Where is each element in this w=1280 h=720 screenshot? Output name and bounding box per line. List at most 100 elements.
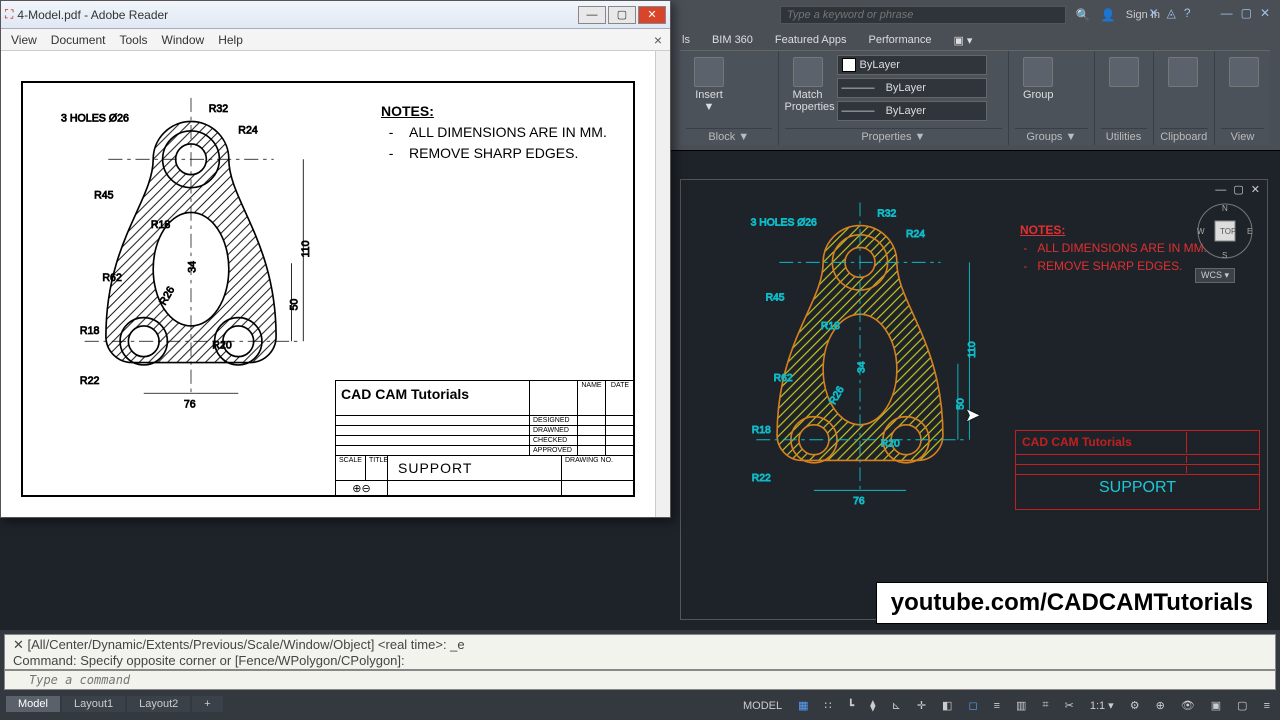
svg-text:76: 76: [184, 398, 196, 410]
svg-text:R45: R45: [766, 292, 785, 303]
menu-help[interactable]: Help: [218, 33, 243, 47]
svg-text:S: S: [1222, 251, 1227, 260]
status-clean-icon[interactable]: ▢: [1233, 697, 1251, 714]
menu-window[interactable]: Window: [162, 33, 205, 47]
linetype-dropdown[interactable]: ——— ByLayer: [837, 101, 987, 121]
autodesk-icon[interactable]: ◬: [1167, 6, 1176, 20]
viewport-controls[interactable]: — ▢ ✕: [1215, 183, 1262, 196]
status-trn-icon[interactable]: ▥: [1012, 697, 1030, 714]
svg-text:R62: R62: [102, 272, 122, 284]
cad-titleblock: CAD CAM Tutorials SUPPORT: [1015, 430, 1260, 510]
help-search-input[interactable]: [780, 6, 1066, 24]
menu-tools[interactable]: Tools: [120, 33, 148, 47]
panel-groups[interactable]: Groups ▼: [1015, 128, 1087, 143]
lineweight-dropdown[interactable]: ——— ByLayer: [837, 78, 987, 98]
reader-menubar: View Document Tools Window Help ×: [1, 29, 670, 51]
edit-block-icon[interactable]: [738, 83, 758, 103]
watermark: youtube.com/CADCAMTutorials: [876, 582, 1268, 624]
layout-tabs: Model Layout1 Layout2 +: [6, 696, 223, 712]
svg-text:TOP: TOP: [1220, 227, 1236, 236]
wcs-dropdown[interactable]: WCS ▾: [1195, 268, 1235, 283]
view-button[interactable]: [1221, 55, 1267, 89]
svg-text:110: 110: [300, 240, 312, 257]
exchange-icon[interactable]: ✕: [1149, 6, 1159, 20]
color-dropdown[interactable]: ByLayer: [837, 55, 987, 75]
svg-text:R18: R18: [752, 425, 771, 436]
status-gear-icon[interactable]: ⚙: [1126, 697, 1144, 714]
status-iso-icon[interactable]: ◧: [938, 697, 956, 714]
panel-block[interactable]: Block ▼: [686, 128, 772, 143]
status-grid-icon[interactable]: ▦: [794, 697, 812, 714]
panel-properties[interactable]: Properties ▼: [785, 128, 1003, 143]
tab-model[interactable]: Model: [6, 696, 60, 712]
reader-maximize-icon[interactable]: ▢: [608, 6, 636, 24]
menu-view[interactable]: View: [11, 33, 37, 47]
reader-doc-close-icon[interactable]: ×: [654, 32, 662, 48]
app-maximize-icon[interactable]: ▢: [1241, 6, 1252, 20]
panel-clipboard[interactable]: Clipboard: [1160, 128, 1208, 143]
panel-view[interactable]: View: [1221, 128, 1264, 143]
panel-utilities[interactable]: Utilities: [1101, 128, 1147, 143]
status-infer-icon[interactable]: ┗: [844, 697, 859, 714]
status-ann-icon[interactable]: 👁: [1177, 697, 1199, 714]
app-minimize-icon[interactable]: —: [1221, 6, 1233, 20]
utilities-button[interactable]: [1101, 55, 1147, 89]
ribbon: Insert▼ Block ▼ Match Properties ByLayer…: [680, 50, 1270, 145]
ungroup-icon[interactable]: [1067, 59, 1087, 79]
clipboard-button[interactable]: [1160, 55, 1206, 89]
group-button[interactable]: Group: [1015, 55, 1061, 101]
tab-add[interactable]: +: [192, 696, 222, 712]
status-scale[interactable]: 1:1 ▾: [1086, 697, 1118, 714]
status-sc-icon[interactable]: ✂: [1061, 697, 1078, 714]
match-properties-button[interactable]: Match Properties: [785, 55, 831, 113]
command-input[interactable]: [4, 670, 1276, 690]
cad-notes: NOTES: - ALL DIMENSIONS ARE IN MM. - REM…: [1020, 221, 1207, 275]
ribbon-tab-ls[interactable]: ls: [680, 30, 692, 51]
app-close-icon[interactable]: ✕: [1260, 6, 1270, 20]
svg-text:R32: R32: [209, 103, 229, 115]
status-snap-icon[interactable]: ∷: [821, 697, 836, 714]
status-max-icon[interactable]: ▣: [1207, 697, 1225, 714]
status-lwt-icon[interactable]: ≡: [990, 698, 1004, 714]
reader-app-icon: ⛶: [5, 7, 13, 22]
status-model[interactable]: MODEL: [739, 698, 786, 714]
help-icon[interactable]: ?: [1184, 6, 1191, 20]
reader-close-icon[interactable]: ✕: [638, 6, 666, 24]
status-ortho-icon[interactable]: ⊾: [888, 697, 905, 714]
edit-attributes-icon[interactable]: [738, 107, 758, 127]
svg-text:R24: R24: [906, 229, 925, 240]
create-block-icon[interactable]: [738, 59, 758, 79]
view-cube[interactable]: TOP N S W E WCS ▾: [1195, 201, 1255, 261]
svg-text:50: 50: [288, 299, 300, 311]
tab-layout1[interactable]: Layout1: [62, 696, 125, 712]
svg-text:R18: R18: [80, 325, 100, 337]
reader-title: 4-Model.pdf - Adobe Reader: [13, 8, 576, 22]
infocenter-icon[interactable]: 🔍: [1076, 8, 1091, 22]
tab-layout2[interactable]: Layout2: [127, 696, 190, 712]
status-osnap-icon[interactable]: ◻: [964, 697, 981, 714]
svg-text:R22: R22: [752, 473, 771, 484]
ribbon-tab-featured[interactable]: Featured Apps: [773, 30, 849, 51]
signin-icon[interactable]: 👤: [1101, 8, 1116, 22]
status-plus-icon[interactable]: ⊕: [1152, 697, 1169, 714]
status-bar: MODEL ▦ ∷ ┗ ⧫ ⊾ ✛ ◧ ◻ ≡ ▥ ⌗ ✂ 1:1 ▾ ⚙ ⊕ …: [739, 697, 1274, 714]
menu-document[interactable]: Document: [51, 33, 106, 47]
status-polar-icon[interactable]: ✛: [913, 697, 930, 714]
svg-text:W: W: [1197, 227, 1205, 236]
group-bbox-icon[interactable]: [1067, 107, 1087, 127]
insert-button[interactable]: Insert▼: [686, 55, 732, 113]
pdf-page: 110 50 76 3 HOLES Ø26 R32R24 R45R18 R62R…: [1, 51, 655, 517]
reader-minimize-icon[interactable]: —: [578, 6, 606, 24]
ribbon-tab-bim360[interactable]: BIM 360: [710, 30, 755, 51]
ribbon-tab-performance[interactable]: Performance: [866, 30, 933, 51]
svg-text:3 HOLES Ø26: 3 HOLES Ø26: [61, 112, 129, 124]
status-qp-icon[interactable]: ⌗: [1038, 697, 1052, 714]
status-custom-icon[interactable]: ≡: [1260, 698, 1274, 714]
status-dyn-icon[interactable]: ⧫: [866, 697, 879, 714]
svg-text:R18: R18: [821, 321, 840, 332]
svg-text:R45: R45: [94, 189, 114, 201]
ribbon-tab-extra-icon[interactable]: ▣ ▾: [951, 30, 974, 51]
reader-scrollbar[interactable]: [655, 51, 670, 517]
group-edit-icon[interactable]: [1067, 83, 1087, 103]
svg-text:R20: R20: [881, 439, 900, 450]
